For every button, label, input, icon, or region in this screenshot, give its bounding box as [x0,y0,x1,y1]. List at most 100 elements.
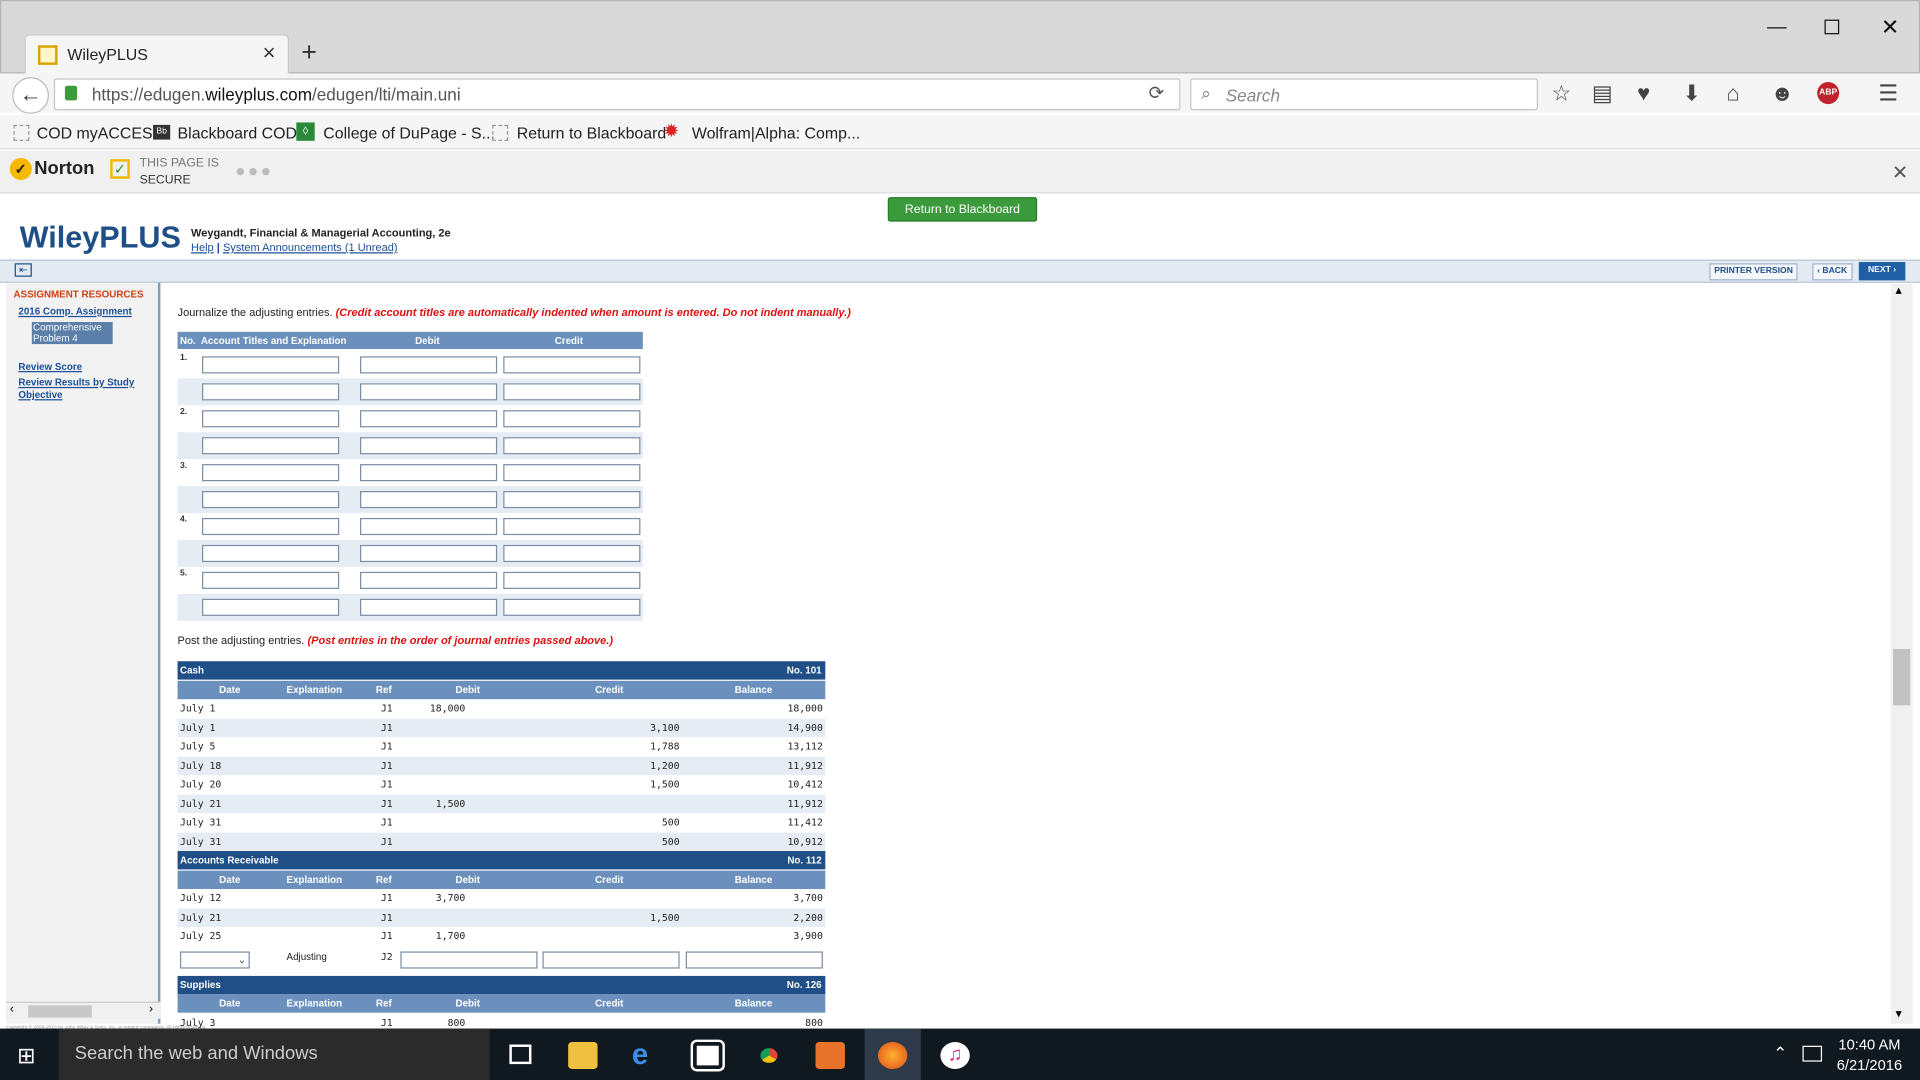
scroll-right-icon[interactable]: › [149,1003,153,1016]
bookmark-star-icon[interactable]: ☆ [1551,81,1571,107]
credit-input[interactable] [503,491,641,509]
close-norton-bar-icon[interactable]: ✕ [1892,160,1908,184]
journal-row [177,378,643,406]
debit-input[interactable] [360,383,498,401]
bookmark-return-to-blackboard[interactable]: Return to Blackboard [517,124,667,142]
account-title-input[interactable] [202,598,340,616]
credit-input[interactable] [503,571,641,589]
ledger-balance: 11,912 [787,759,823,771]
journal-row: 2. [178,405,643,432]
credit-input[interactable] [503,437,641,455]
file-explorer-icon[interactable] [568,1042,598,1069]
adblock-icon[interactable]: ABP [1817,82,1840,105]
menu-hamburger-icon[interactable]: ☰ [1878,81,1898,107]
debit-input[interactable] [360,491,498,509]
account-title-input[interactable] [202,410,340,428]
ledger-debit: 1,700 [435,930,466,942]
browser-tab[interactable]: WileyPLUS × [24,34,289,74]
debit-input[interactable] [360,464,498,482]
sidebar-horizontal-scrollbar[interactable]: ‹ › [6,1001,161,1019]
new-tab-icon[interactable]: + [301,37,317,69]
account-title-input[interactable] [202,383,340,401]
credit-input[interactable] [503,544,641,563]
bookmark-college-of-dupage[interactable]: College of DuPage - S... [323,124,495,142]
task-view-icon[interactable] [509,1044,532,1065]
return-to-blackboard-button[interactable]: Return to Blackboard [887,197,1038,222]
back-button[interactable]: ‹ BACK [1812,263,1853,281]
account-title-input[interactable] [202,356,340,374]
home-icon[interactable]: ⌂ [1727,81,1740,107]
browser-search-input[interactable]: ⌕ Search [1190,78,1538,111]
pocket-icon[interactable]: ♥ [1637,81,1650,107]
ledger-date: July 1 [180,702,216,714]
account-title-input[interactable] [202,437,340,455]
credit-input[interactable] [503,383,641,401]
account-title-input[interactable] [202,464,340,482]
tray-chevron-icon[interactable]: ⌃ [1773,1043,1787,1064]
debit-input[interactable] [360,571,498,589]
norton-logo[interactable]: ✓ Norton [9,157,95,181]
scroll-thumb[interactable] [28,1005,92,1018]
account-title-input[interactable] [202,517,340,536]
download-icon[interactable]: ⬇ [1682,81,1700,107]
reload-icon[interactable]: ⟳ [1149,82,1164,104]
close-tab-icon[interactable]: × [263,40,276,66]
edge-browser-icon[interactable]: e [632,1040,661,1069]
taskbar-search-input[interactable]: Search the web and Windows [58,1028,490,1080]
debit-input[interactable] [360,598,498,616]
col-ref: Ref [375,683,392,695]
credit-input[interactable] [503,598,641,616]
credit-input[interactable] [503,517,641,536]
chat-icon[interactable]: ☻ [1771,81,1794,107]
store-icon[interactable] [690,1039,725,1072]
sidebar-item-comprehensive-problem-4[interactable]: Comprehensive Problem 4 [31,322,113,345]
debit-input[interactable] [360,437,498,455]
scroll-up-icon[interactable]: ▴ [1896,284,1902,297]
help-link[interactable]: Help [191,241,214,253]
address-bar[interactable]: https://edugen.wileyplus.com/edugen/lti/… [53,78,1181,111]
adjusting-balance-input[interactable] [685,950,823,968]
scroll-thumb[interactable] [1893,648,1911,706]
bookmark-wolfram-alpha[interactable]: Wolfram|Alpha: Comp... [692,124,860,142]
maximize-window-icon[interactable] [1824,19,1840,35]
announcements-link[interactable]: System Announcements (1 Unread) [223,241,398,253]
itunes-icon[interactable]: ♫ [940,1042,970,1069]
firefox-icon[interactable] [877,1042,908,1069]
sidebar-toggle-icon[interactable]: ⇤ [14,263,32,277]
taskbar-clock[interactable]: 10:40 AM 6/21/2016 [1837,1035,1902,1077]
back-arrow-icon[interactable]: ← [12,77,49,114]
media-player-icon[interactable] [815,1042,845,1069]
scroll-down-icon[interactable]: ▾ [1896,1008,1902,1021]
content-vertical-scrollbar[interactable]: ▴ ▾ [1890,284,1913,1024]
account-title-input[interactable] [202,571,340,589]
ledger-balance: 18,000 [787,702,823,714]
notifications-icon[interactable] [1802,1045,1823,1062]
debit-input[interactable] [360,410,498,428]
sidebar-assignment-link[interactable]: 2016 Comp. Assignment [18,306,131,318]
next-button[interactable]: NEXT › [1858,262,1906,281]
adjusting-credit-input[interactable] [542,950,680,968]
scroll-left-icon[interactable]: ‹ [10,1003,14,1016]
chrome-icon[interactable] [754,1042,784,1069]
windows-start-icon[interactable]: ⊞ [17,1043,35,1069]
bookmark-blackboard-cod[interactable]: Blackboard COD [178,124,297,142]
debit-input[interactable] [360,356,498,374]
bookmark-cod-myaccess[interactable]: COD myACCESS [37,124,163,142]
ledger-title-bar: Supplies No. 126 [177,975,826,994]
sidebar-review-results[interactable]: Review Results by Study Objective [18,377,153,401]
credit-input[interactable] [503,410,641,428]
credit-input[interactable] [503,464,641,482]
account-title-input[interactable] [202,544,340,563]
minimize-window-icon[interactable]: — [1767,17,1787,39]
sidebar-review-score[interactable]: Review Score [18,361,82,373]
debit-input[interactable] [360,517,498,536]
norton-more-icon[interactable]: ●●● [235,160,273,180]
close-window-icon[interactable]: ✕ [1881,15,1899,41]
reading-list-icon[interactable]: ▤ [1592,81,1613,107]
printer-version-button[interactable]: PRINTER VERSION [1709,263,1798,281]
credit-input[interactable] [503,356,641,374]
account-title-input[interactable] [202,491,340,509]
date-select[interactable]: ⌄ [180,950,250,968]
debit-input[interactable] [360,544,498,563]
adjusting-debit-input[interactable] [400,950,538,968]
